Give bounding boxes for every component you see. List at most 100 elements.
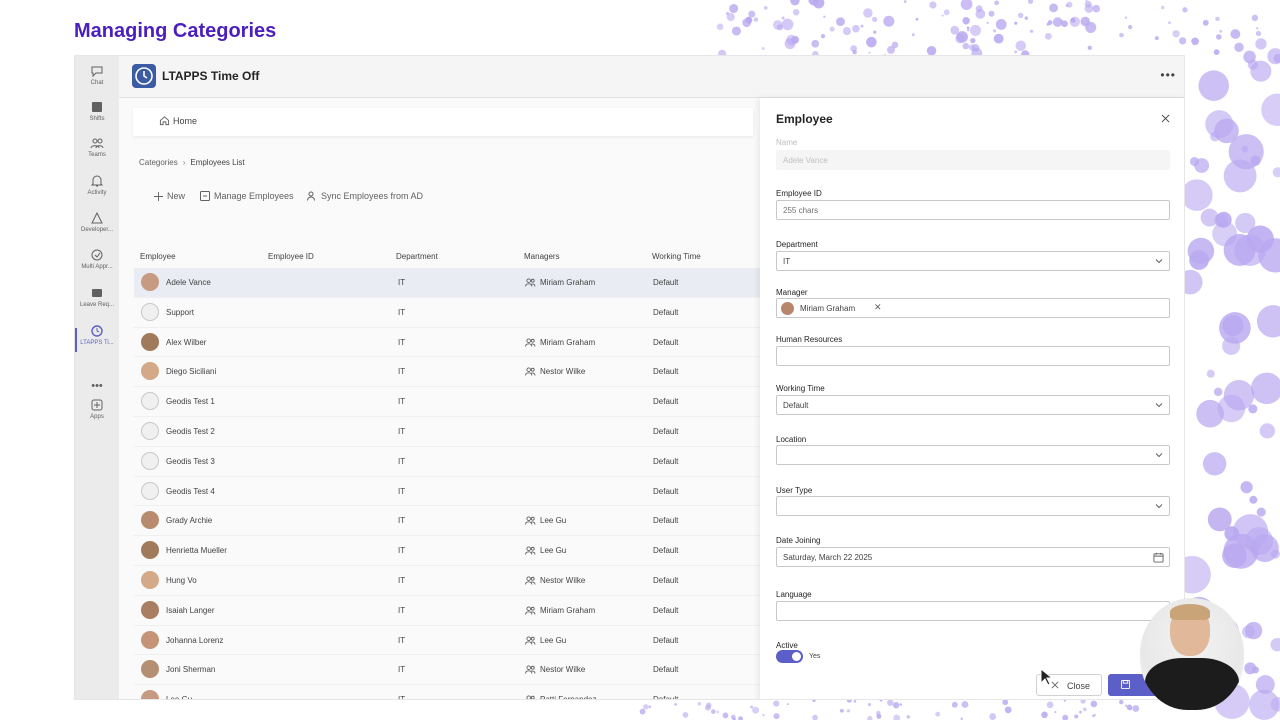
rail-item-2[interactable]: Shifts bbox=[75, 98, 119, 134]
decorative-dot bbox=[823, 15, 826, 18]
home-tab[interactable]: Home bbox=[133, 108, 753, 136]
decorative-dot bbox=[1087, 45, 1092, 50]
decorative-dot bbox=[836, 17, 845, 27]
rail-item-3[interactable]: Teams bbox=[75, 134, 119, 170]
people-icon bbox=[525, 576, 536, 585]
decorative-dot bbox=[968, 44, 976, 51]
remove-manager-icon[interactable]: ✕ bbox=[874, 302, 882, 313]
decorative-dot bbox=[1119, 32, 1124, 38]
breadcrumb: Categories › Employees List bbox=[139, 158, 245, 167]
col-managers[interactable]: Managers bbox=[524, 252, 560, 261]
rail-item-9[interactable]: ••• bbox=[75, 362, 119, 398]
shifts-icon bbox=[89, 100, 105, 114]
decorative-dot bbox=[1202, 452, 1227, 476]
decorative-dot bbox=[1250, 534, 1279, 563]
decorative-dot bbox=[1244, 621, 1263, 640]
col-working-time[interactable]: Working Time bbox=[652, 252, 701, 261]
manager-name: Lee Gu bbox=[540, 516, 567, 526]
teams-window: Chat Shifts Teams Activity Developer... Multi… bbox=[74, 55, 1185, 700]
decorative-dot bbox=[1061, 20, 1068, 28]
active-toggle[interactable] bbox=[776, 650, 803, 663]
employee-name: Joni Sherman bbox=[166, 665, 216, 675]
people-icon bbox=[525, 606, 536, 615]
decorative-dot bbox=[1069, 16, 1081, 28]
table-row[interactable]: Johanna Lorenz IT Default Lee Gu bbox=[134, 626, 760, 656]
decorative-dot bbox=[813, 0, 816, 4]
decorative-dot bbox=[773, 20, 783, 30]
decorative-dot bbox=[988, 10, 995, 17]
table-row[interactable]: Diego Siciliani IT Default Nestor Wilke bbox=[134, 357, 760, 388]
working-time-cell: Default bbox=[653, 367, 679, 377]
rail-item-7[interactable]: Leave Req... bbox=[75, 284, 119, 320]
hr-picker[interactable] bbox=[776, 346, 1170, 366]
avatar bbox=[141, 541, 159, 560]
rail-item-5[interactable]: Developer... bbox=[75, 209, 119, 245]
table-row[interactable]: Geodis Test 4 IT Default bbox=[134, 477, 760, 507]
table-row[interactable]: Geodis Test 2 IT Default bbox=[134, 417, 760, 447]
language-field[interactable] bbox=[776, 601, 1170, 621]
department-label: Department bbox=[776, 240, 818, 249]
table-row[interactable]: Lee Gu IT Default Patti Fernandez bbox=[134, 685, 760, 700]
table-row[interactable]: Isaiah Langer IT Default Miriam Graham bbox=[134, 596, 760, 626]
table-row[interactable]: Henrietta Mueller IT Default Lee Gu bbox=[134, 536, 760, 566]
rail-item-10[interactable]: Apps bbox=[75, 396, 119, 432]
decorative-dot bbox=[1154, 36, 1159, 41]
table-row[interactable]: Support IT Default bbox=[134, 298, 760, 328]
decorative-dot bbox=[993, 33, 1004, 44]
decorative-dot bbox=[1273, 53, 1280, 63]
decorative-dot bbox=[1249, 689, 1280, 720]
decorative-dot bbox=[842, 27, 851, 36]
breadcrumb-categories[interactable]: Categories bbox=[139, 158, 178, 167]
decorative-dot bbox=[892, 702, 900, 709]
table-row[interactable]: Hung Vo IT Default Nestor Wilke bbox=[134, 566, 760, 596]
calendar-icon[interactable] bbox=[1153, 552, 1164, 563]
decorative-dot bbox=[726, 12, 735, 22]
decorative-dot bbox=[1054, 710, 1057, 714]
department-cell: IT bbox=[398, 426, 406, 436]
decorative-dot bbox=[722, 712, 729, 719]
decorative-dot bbox=[711, 709, 716, 714]
sync-employees-button[interactable]: Sync Employees from AD bbox=[307, 191, 423, 201]
manager-label: Manager bbox=[776, 288, 808, 297]
presenter-body bbox=[1145, 658, 1239, 710]
table-row[interactable]: Adele Vance IT Default Miriam Graham bbox=[134, 268, 760, 298]
working-time-dropdown[interactable]: Default bbox=[776, 395, 1170, 415]
manager-name: Miriam Graham bbox=[540, 278, 596, 287]
decorative-dot bbox=[969, 24, 981, 36]
table-row[interactable]: Grady Archie IT Default Lee Gu bbox=[134, 506, 760, 537]
location-dropdown[interactable] bbox=[776, 445, 1170, 465]
department-cell: IT bbox=[398, 397, 406, 407]
decorative-dot bbox=[960, 0, 973, 11]
more-options-icon[interactable]: ••• bbox=[1160, 68, 1176, 82]
close-icon[interactable] bbox=[1161, 114, 1170, 123]
rail-item-6[interactable]: Multi Appr... bbox=[75, 246, 119, 282]
decorative-dot bbox=[860, 24, 864, 28]
working-time-cell: Default bbox=[653, 307, 679, 317]
table-row[interactable]: Geodis Test 3 IT Default bbox=[134, 447, 760, 477]
rail-item-1[interactable]: Chat bbox=[75, 62, 119, 98]
manage-employees-button[interactable]: Manage Employees bbox=[200, 191, 294, 201]
decorative-dot bbox=[1194, 158, 1210, 173]
department-cell: IT bbox=[398, 695, 406, 700]
date-joining-picker[interactable]: Saturday, March 22 2025 bbox=[776, 547, 1170, 567]
col-department[interactable]: Department bbox=[396, 252, 438, 261]
decorative-dot bbox=[1246, 225, 1274, 253]
table-row[interactable]: Joni Sherman IT Default Nestor Wilke bbox=[134, 655, 760, 686]
manager-chip-name: Miriam Graham bbox=[800, 304, 856, 313]
decorative-dot bbox=[1017, 12, 1024, 19]
decorative-dot bbox=[1168, 21, 1171, 25]
new-button[interactable]: New bbox=[154, 191, 185, 201]
app-header: LTAPPS Time Off ••• bbox=[119, 56, 1184, 98]
table-row[interactable]: Geodis Test 1 IT Default bbox=[134, 387, 760, 417]
rail-item-8[interactable]: LTAPPS Ti... bbox=[75, 322, 119, 358]
col-employee[interactable]: Employee bbox=[140, 252, 176, 261]
col-employee-id[interactable]: Employee ID bbox=[268, 252, 314, 261]
rail-item-4[interactable]: Activity bbox=[75, 172, 119, 208]
decorative-dot bbox=[1267, 48, 1280, 65]
manager-picker[interactable]: Miriam Graham ✕ bbox=[776, 298, 1170, 318]
table-row[interactable]: Alex Wilber IT Default Miriam Graham bbox=[134, 328, 760, 358]
department-dropdown[interactable]: IT bbox=[776, 251, 1170, 271]
employee-id-field[interactable]: 255 chars bbox=[776, 200, 1170, 220]
decorative-dot bbox=[1024, 16, 1029, 20]
user-type-dropdown[interactable] bbox=[776, 496, 1170, 516]
